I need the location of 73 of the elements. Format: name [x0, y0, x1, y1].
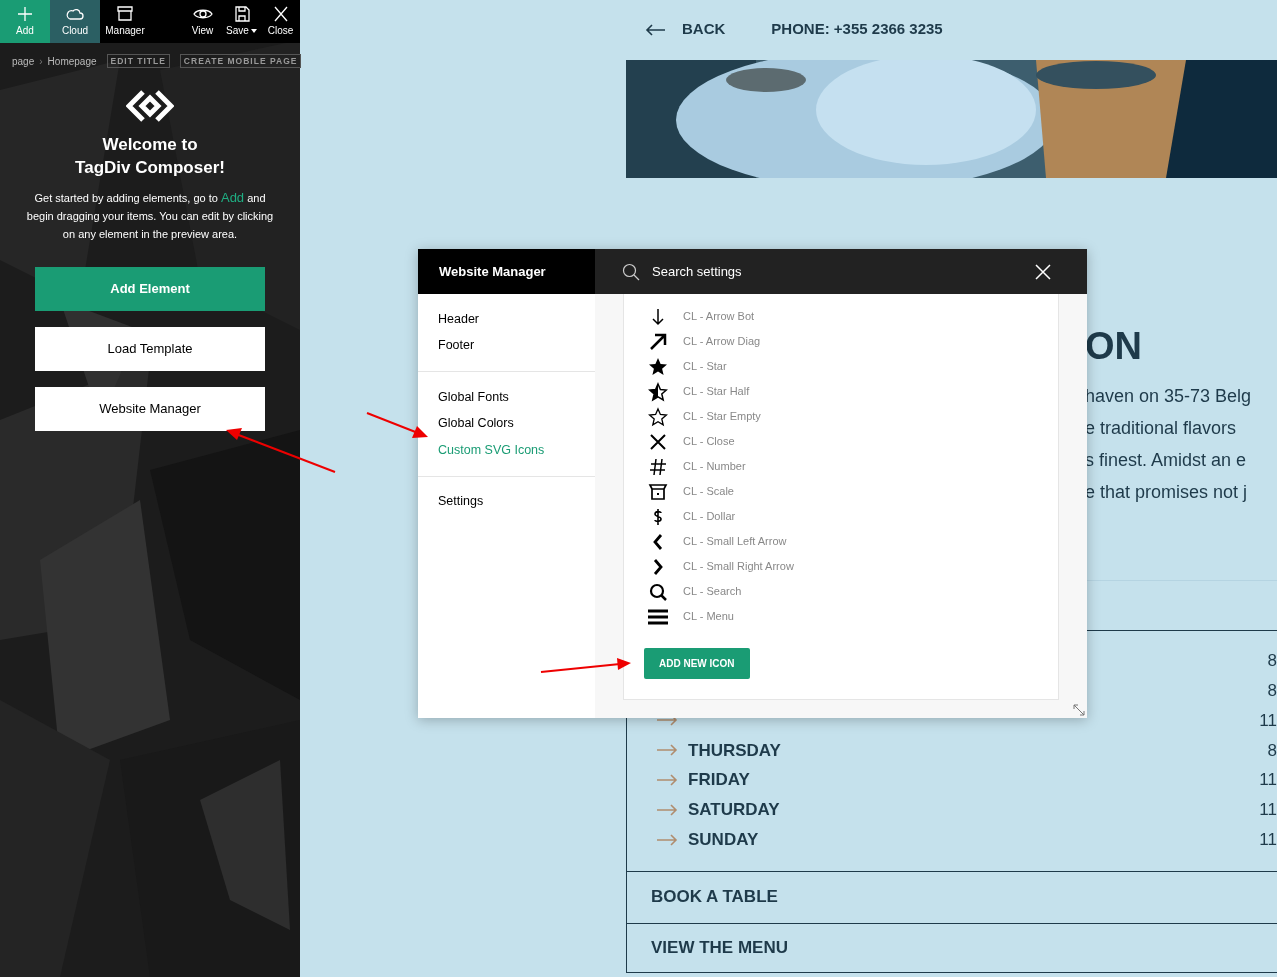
phone-text: PHONE: +355 2366 3235 [771, 19, 943, 40]
nav-item[interactable]: Global Fonts [418, 384, 595, 411]
icon-label: CL - Star Half [683, 384, 750, 400]
icon-label: CL - Star [683, 359, 727, 375]
icon-label: CL - Dollar [683, 509, 736, 525]
welcome-text: Get started by adding elements, go to Add and begin dragging your items. You can edit by clicking on any element in the preview area. [25, 189, 275, 242]
toolbar-button[interactable]: Manager [100, 0, 150, 43]
opening-time: 8 [1267, 739, 1277, 762]
section-heading: ON [1085, 326, 1142, 366]
logo-icon [126, 89, 174, 123]
arrow-right-icon [657, 803, 678, 816]
welcome-title: Welcome to TagDiv Composer! [74, 134, 226, 179]
toolbar-button[interactable]: Save [222, 0, 261, 43]
icon-label: CL - Star Empty [683, 409, 761, 425]
opening-time: 8 [1267, 679, 1277, 702]
search-icon [648, 581, 668, 602]
opening-time: 11 [1259, 799, 1277, 822]
nav-item[interactable]: Global Colors [418, 410, 595, 437]
opening-time: 8 [1267, 650, 1277, 673]
arrow-right-icon [657, 833, 678, 846]
page-link[interactable]: VIEW THE MENU [651, 934, 788, 961]
breadcrumb-action[interactable]: EDIT TITLE [106, 53, 170, 69]
breadcrumb-item[interactable]: page [12, 53, 35, 69]
icon-label: CL - Arrow Diag [683, 334, 761, 350]
search-icon [622, 262, 640, 281]
star-icon [648, 356, 668, 377]
hash-icon [648, 456, 668, 477]
separator-icon: › [39, 53, 43, 69]
close-icon [648, 431, 668, 452]
add-link[interactable]: Add [220, 190, 245, 205]
dialog-title: Website Manager [418, 249, 595, 294]
day-label: THURSDAY [688, 739, 781, 762]
icon-label: CL - Small Left Arrow [683, 534, 787, 550]
nav-item[interactable]: Custom SVG Icons [418, 437, 595, 464]
toolbar-button[interactable]: View [183, 0, 222, 43]
icon-label: CL - Number [683, 459, 746, 475]
toolbar-button[interactable]: Close [261, 0, 300, 43]
nav-item[interactable]: Header [418, 306, 595, 333]
icon-label: CL - Arrow Bot [683, 309, 755, 325]
plus-icon [15, 5, 35, 23]
back-link[interactable]: BACK [682, 18, 726, 41]
opening-time: 11 [1259, 769, 1277, 792]
close-button[interactable] [1035, 263, 1051, 280]
arrow-right-icon [657, 744, 678, 757]
search-bar[interactable]: Search settings [595, 249, 1087, 294]
opening-time: 11 [1259, 709, 1277, 732]
annotation-arrow [366, 412, 428, 438]
nav-item[interactable]: Footer [418, 332, 595, 359]
half-star-icon [648, 381, 668, 402]
day-label: SUNDAY [688, 828, 759, 851]
box-icon [648, 481, 668, 502]
icon-label: CL - Scale [683, 484, 734, 500]
sidebar-button[interactable]: Load Template [35, 327, 265, 371]
page-link[interactable]: BOOK A TABLE [651, 884, 778, 910]
layout-icon [115, 5, 135, 23]
resize-icon[interactable] [1073, 704, 1085, 716]
arrow-right-icon [657, 774, 678, 787]
icon-label: CL - Close [683, 434, 735, 450]
breadcrumb-action[interactable]: CREATE MOBILE PAGE [179, 53, 302, 69]
search-field[interactable]: Search settings [652, 261, 952, 282]
opening-time: 11 [1259, 828, 1277, 851]
toolbar-button[interactable]: Cloud [50, 0, 100, 43]
icon-label: CL - Small Right Arrow [683, 559, 794, 575]
diagonal-arrow-icon [648, 331, 668, 352]
back-arrow-icon [645, 23, 665, 36]
icon-label: CL - Search [683, 584, 742, 600]
star-outline-icon [648, 406, 668, 427]
breadcrumb-item[interactable]: Homepage [47, 53, 97, 69]
icon-label: CL - Menu [683, 609, 734, 625]
day-label: FRIDAY [688, 769, 750, 792]
day-label: SATURDAY [688, 799, 780, 822]
sidebar-button[interactable]: Website Manager [35, 387, 265, 431]
nav-item[interactable]: Settings [418, 488, 595, 515]
